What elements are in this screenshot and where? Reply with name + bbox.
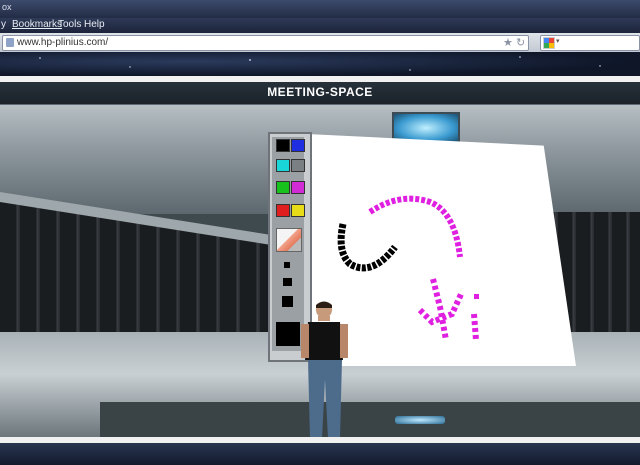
magenta-stroke-1 (430, 278, 449, 341)
magenta-stroke-3 (471, 313, 479, 341)
magenta-dot (474, 294, 479, 299)
color-swatch-black[interactable] (276, 139, 290, 152)
virtual-world-viewport[interactable]: MEETING-SPACE (0, 82, 640, 437)
magenta-arc-stroke (368, 195, 463, 258)
search-box[interactable]: ▾ (540, 35, 640, 51)
color-swatch-magenta[interactable] (291, 181, 305, 194)
menu-item-help[interactable]: Help (84, 19, 105, 30)
starfield (39, 56, 601, 71)
taskbar (0, 443, 640, 465)
google-icon[interactable] (543, 37, 555, 49)
menu-bar: y Bookmarks Tools Help (0, 18, 640, 33)
pen-size-medium[interactable] (283, 278, 292, 286)
reload-icon[interactable]: ↻ (516, 36, 525, 49)
url-bar[interactable]: www.hp-plinius.com/ ★ ↻ (2, 35, 529, 51)
menu-item-history[interactable]: y (1, 19, 6, 30)
menu-item-bookmarks[interactable]: Bookmarks (12, 19, 62, 30)
pen-size-small[interactable] (284, 262, 290, 268)
pen-size-large[interactable] (282, 296, 293, 307)
eraser-icon[interactable] (276, 228, 302, 252)
color-swatch-red[interactable] (276, 204, 290, 217)
color-swatch-green[interactable] (276, 181, 290, 194)
color-swatch-yellow[interactable] (291, 204, 305, 217)
menu-item-tools[interactable]: Tools (58, 19, 81, 30)
url-text: www.hp-plinius.com/ (17, 37, 109, 48)
site-icon (6, 38, 14, 47)
space-background (0, 52, 640, 76)
user-avatar[interactable] (296, 300, 356, 437)
navigation-bar: www.hp-plinius.com/ ★ ↻ ▾ (0, 33, 640, 52)
chevron-down-icon[interactable]: ▾ (556, 37, 560, 45)
color-swatch-blue[interactable] (291, 139, 305, 152)
black-stroke (337, 223, 398, 272)
window-titlebar: ox (0, 0, 640, 18)
star-icon[interactable]: ★ (503, 36, 513, 49)
color-swatch-cyan[interactable] (276, 159, 290, 172)
color-swatch-gray[interactable] (291, 159, 305, 172)
window-title: ox (2, 2, 12, 12)
